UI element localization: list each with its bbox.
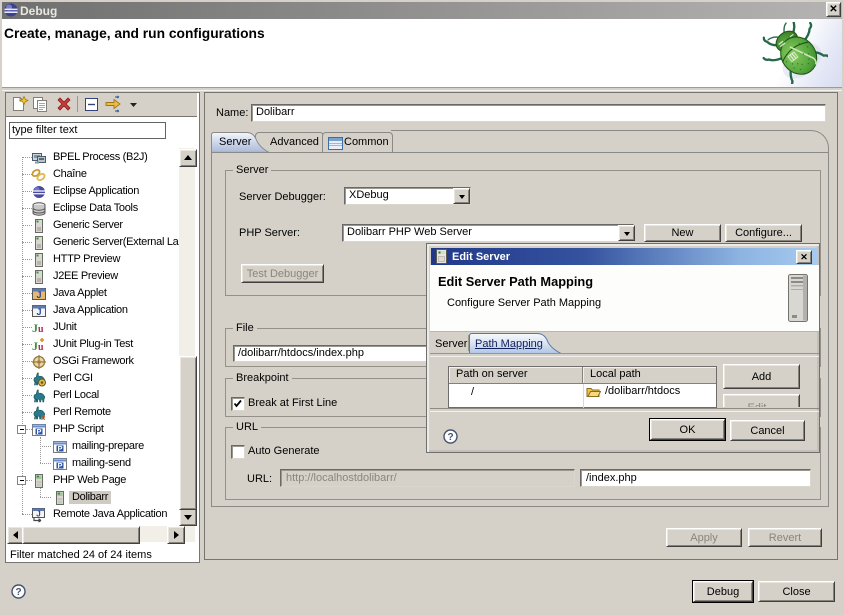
svg-text:?: ? [447, 432, 453, 443]
svg-text:?: ? [15, 587, 21, 598]
